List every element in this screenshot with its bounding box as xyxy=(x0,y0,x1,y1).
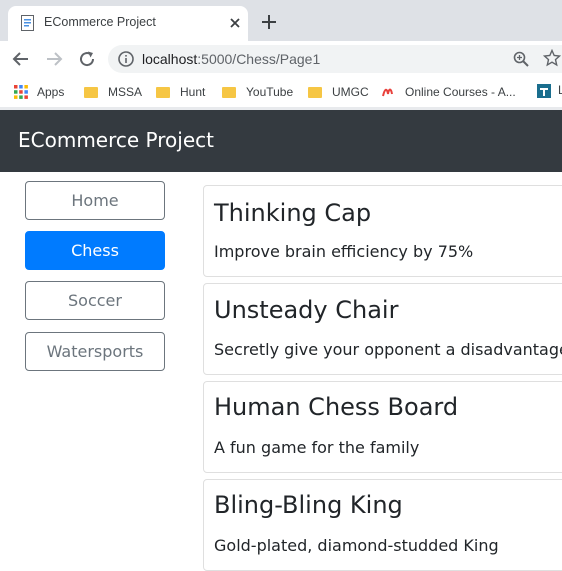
back-arrow-icon[interactable] xyxy=(12,50,30,68)
category-watersports-button[interactable]: Watersports xyxy=(25,332,165,371)
info-icon[interactable] xyxy=(117,50,135,68)
address-url[interactable]: localhost:5000/Chess/Page1 xyxy=(142,51,320,67)
category-home-button[interactable]: Home xyxy=(25,181,165,220)
folder-icon xyxy=(308,86,322,98)
product-name: Human Chess Board xyxy=(214,393,459,421)
product-card: Bling-Bling King Gold-plated, diamond-st… xyxy=(203,479,562,571)
product-name: Unsteady Chair xyxy=(214,296,399,324)
folder-icon xyxy=(84,86,98,98)
product-card: Thinking Cap Improve brain efficiency by… xyxy=(203,185,562,277)
product-name: Thinking Cap xyxy=(214,199,372,227)
reload-icon[interactable] xyxy=(78,50,96,68)
bookmark-apps[interactable]: Apps xyxy=(13,83,64,101)
page-icon xyxy=(21,15,34,31)
tab-title: ECommerce Project xyxy=(44,15,156,29)
product-card: Unsteady Chair Secretly give your oppone… xyxy=(203,283,562,375)
bookmark-label: YouTube xyxy=(246,85,294,99)
bookmark-label: MSSA xyxy=(108,85,143,99)
product-description: Secretly give your opponent a disadvanta… xyxy=(214,340,562,359)
bookmark-label: Online Courses - A... xyxy=(405,85,516,99)
apps-grid-icon xyxy=(14,85,28,99)
site-logo-icon xyxy=(382,88,393,97)
close-icon[interactable] xyxy=(225,13,245,33)
bookmark-online-courses[interactable]: Online Courses - A... xyxy=(381,83,516,101)
browser-tab[interactable]: ECommerce Project xyxy=(8,6,248,41)
url-path: :5000/Chess/Page1 xyxy=(197,51,321,67)
bookmark-label: UMGC xyxy=(332,85,369,99)
bookmark-umgc[interactable]: UMGC xyxy=(306,83,369,101)
product-description: Improve brain efficiency by 75% xyxy=(214,242,474,261)
new-tab-plus-icon[interactable] xyxy=(260,13,278,31)
product-description: A fun game for the family xyxy=(214,438,420,457)
bookmark-partial-icon[interactable] xyxy=(536,83,552,99)
forward-arrow-icon[interactable] xyxy=(45,50,63,68)
product-card: Human Chess Board A fun game for the fam… xyxy=(203,381,562,473)
bookmark-label: Hunt xyxy=(180,85,206,99)
category-soccer-button[interactable]: Soccer xyxy=(25,281,165,320)
bookmark-star-icon[interactable] xyxy=(543,49,561,67)
bookmark-overflow-text: L xyxy=(558,83,562,97)
url-host: localhost xyxy=(142,51,198,67)
bookmark-mssa[interactable]: MSSA xyxy=(82,83,142,101)
folder-icon xyxy=(222,86,236,98)
product-name: Bling-Bling King xyxy=(214,491,403,519)
navbar-brand[interactable]: ECommerce Project xyxy=(18,128,214,152)
folder-icon xyxy=(156,86,170,98)
bookmark-hunt[interactable]: Hunt xyxy=(154,83,205,101)
zoom-icon[interactable] xyxy=(512,50,530,68)
product-description: Gold-plated, diamond-studded King xyxy=(214,536,499,555)
category-chess-button[interactable]: Chess xyxy=(25,231,165,270)
bookmark-youtube[interactable]: YouTube xyxy=(220,83,293,101)
bookmark-label: Apps xyxy=(37,85,65,99)
